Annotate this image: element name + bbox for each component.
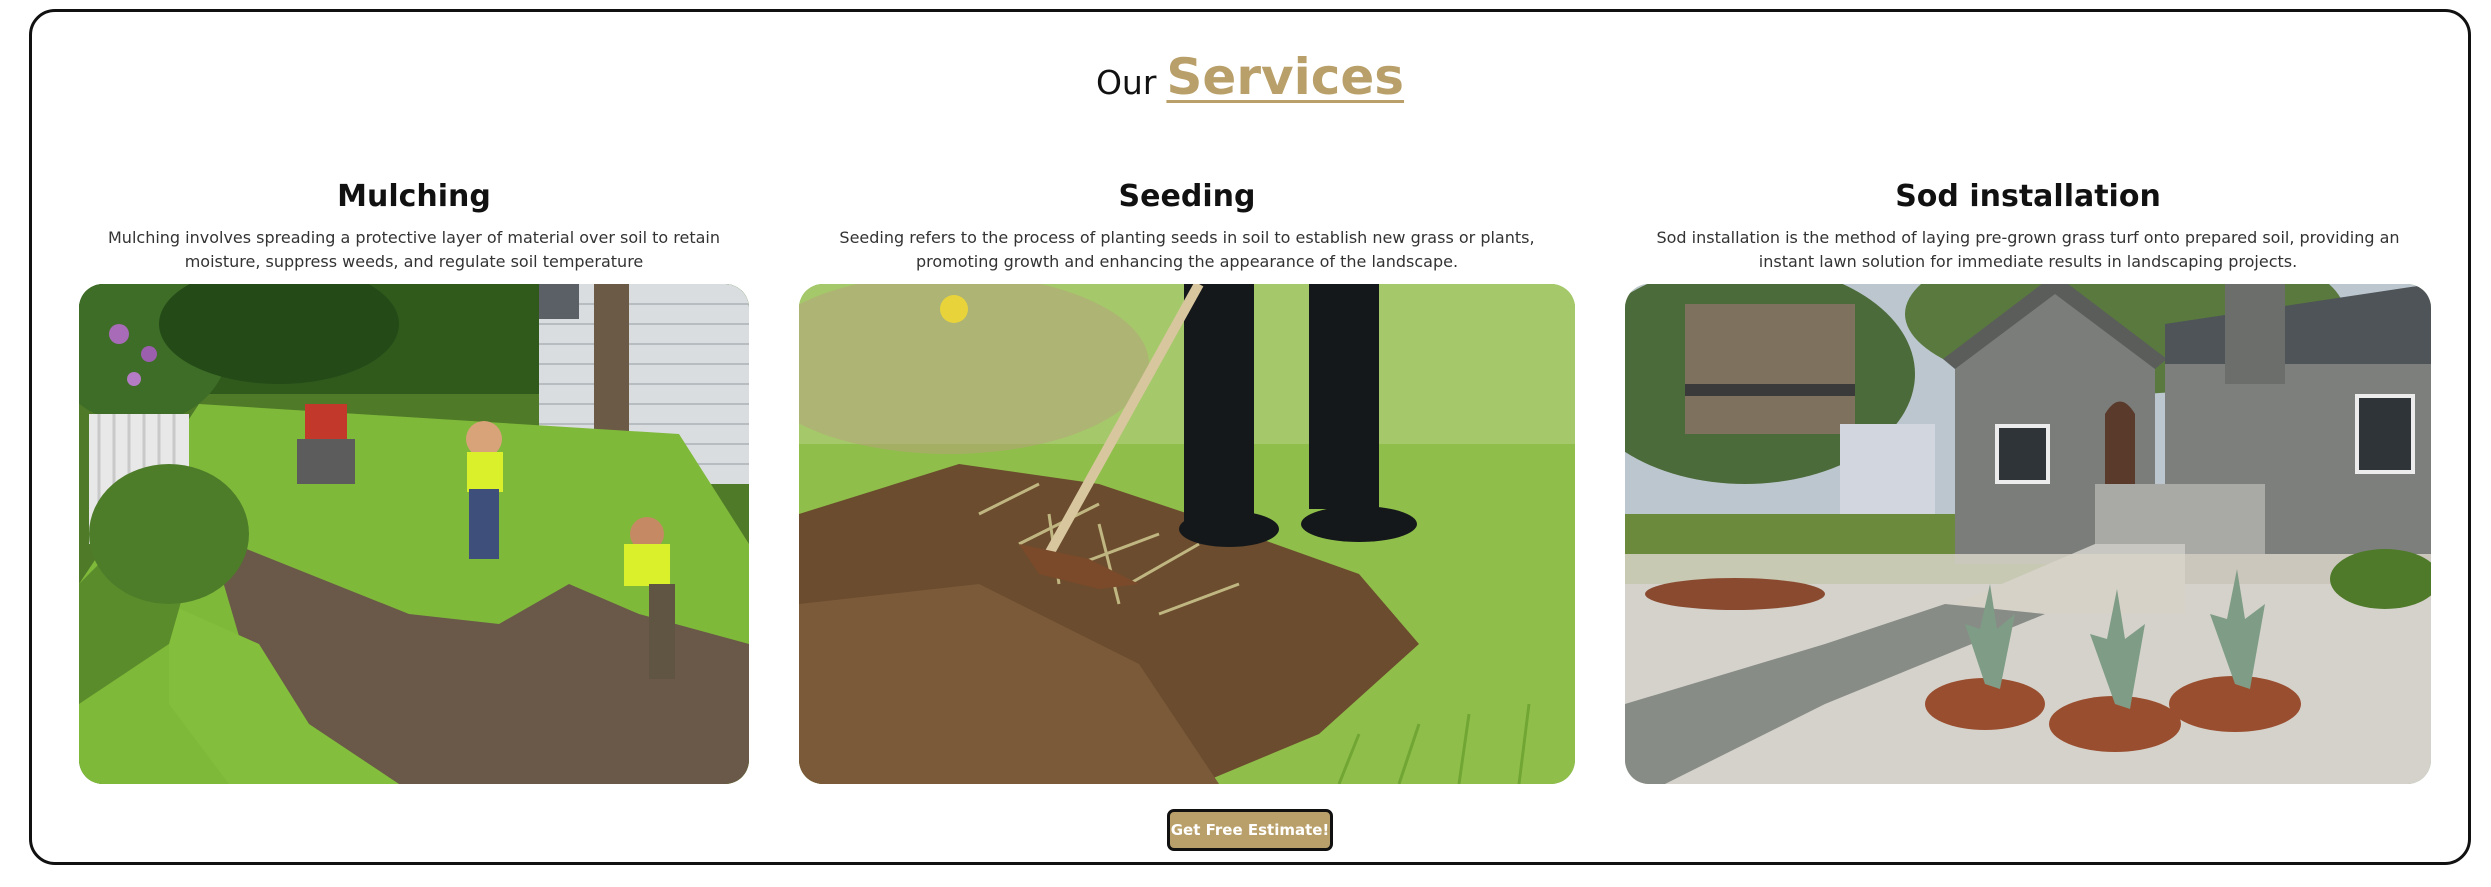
service-description: Seeding refers to the process of plantin…	[839, 228, 1535, 271]
service-description: Mulching involves spreading a protective…	[108, 228, 720, 271]
service-description: Sod installation is the method of laying…	[1656, 228, 2400, 271]
service-title: Sod installation	[1895, 179, 2161, 214]
heading-accent: Services	[1166, 48, 1405, 106]
services-section: Our Services Mulching Mulching involves s…	[29, 9, 2471, 865]
get-free-estimate-button[interactable]: Get Free Estimate!	[1167, 809, 1333, 851]
sod-installation-photo	[1625, 284, 2431, 784]
service-card-sod-installation: Sod installation Sod installation is the…	[1625, 179, 2431, 784]
service-title: Mulching	[337, 179, 491, 214]
section-heading: Our Services	[32, 48, 2468, 106]
service-card-mulching: Mulching Mulching involves spreading a p…	[79, 179, 749, 784]
service-card-seeding: Seeding Seeding refers to the process of…	[799, 179, 1575, 784]
seeding-photo	[799, 284, 1575, 784]
heading-prefix: Our	[1095, 63, 1157, 102]
cta-container: Get Free Estimate!	[32, 809, 2468, 851]
service-title: Seeding	[1118, 179, 1256, 214]
mulching-photo	[79, 284, 749, 784]
